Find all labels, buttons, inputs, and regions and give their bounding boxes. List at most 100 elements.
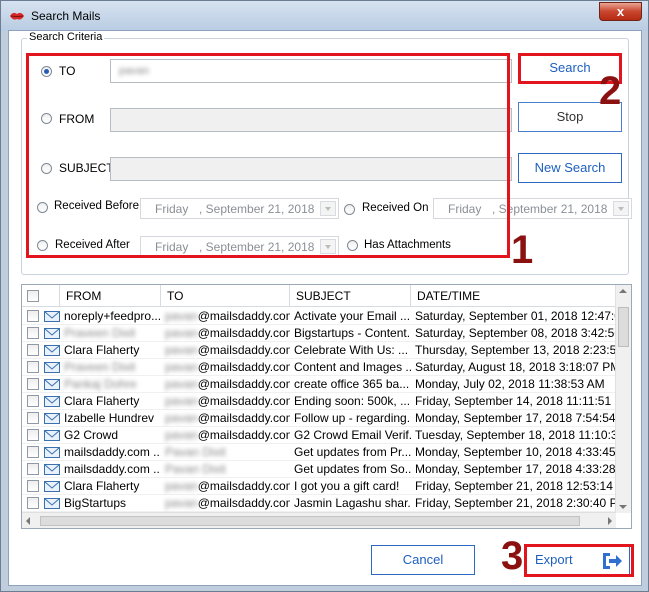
calendar-dropdown-icon[interactable] — [320, 239, 336, 254]
row-subject: Get updates from Pr... — [294, 445, 411, 459]
row-to-user: pavan — [165, 479, 198, 493]
row-checkbox[interactable] — [27, 327, 39, 339]
row-to: pavan@mailsdaddy.com — [161, 376, 290, 393]
horizontal-scroll-thumb[interactable] — [40, 516, 580, 526]
row-checkbox[interactable] — [27, 429, 39, 441]
horizontal-scrollbar[interactable] — [22, 512, 616, 528]
received-after-day: Friday — [155, 240, 189, 254]
envelope-icon — [44, 464, 60, 475]
select-all-checkbox[interactable] — [27, 290, 39, 302]
column-header-subject[interactable]: SUBJECT — [290, 285, 411, 307]
to-radio[interactable] — [41, 66, 52, 77]
envelope-icon — [44, 481, 60, 492]
scroll-left-arrow-icon[interactable] — [26, 517, 30, 525]
to-input[interactable]: pavan — [110, 59, 512, 83]
export-button[interactable]: Export — [526, 545, 630, 575]
table-row[interactable]: BigStartups pavan@mailsdaddy.com Jasmin La… — [22, 495, 616, 512]
to-input-value: pavan — [119, 65, 149, 77]
row-datetime: Friday, September 21, 2018 2:30:40 PM — [415, 496, 616, 510]
row-checkbox[interactable] — [27, 378, 39, 390]
to-label: TO — [59, 64, 76, 78]
row-subject: create office 365 ba... — [294, 377, 410, 391]
row-checkbox[interactable] — [27, 310, 39, 322]
row-datetime: Saturday, September 01, 2018 12:47:06 PM — [415, 309, 616, 323]
subject-label: SUBJECT — [59, 161, 114, 175]
row-datetime: Monday, September 10, 2018 4:33:45 PM — [415, 445, 616, 459]
received-after-date-picker[interactable]: Friday , September 21, 2018 — [140, 236, 339, 257]
row-checkbox[interactable] — [27, 395, 39, 407]
row-to-user: pavan — [165, 428, 198, 442]
row-to-user: pavan — [165, 360, 198, 374]
from-label: FROM — [59, 112, 95, 126]
table-row[interactable]: Clara Flaherty pavan@mailsdaddy.com Ending… — [22, 393, 616, 410]
received-before-radio[interactable] — [37, 202, 48, 213]
row-to-domain: @mailsdaddy.com — [197, 496, 290, 510]
table-row[interactable]: mailsdaddy.com ... Pavan Dixit Get updates… — [22, 461, 616, 478]
new-search-button[interactable]: New Search — [518, 153, 622, 183]
has-attachments-checkbox[interactable] — [347, 240, 358, 251]
table-row[interactable]: Praveen Dixit pavan@mailsdaddy.com Content… — [22, 359, 616, 376]
row-subject: Follow up - regarding... — [294, 411, 411, 425]
calendar-dropdown-icon[interactable] — [613, 201, 629, 216]
table-row[interactable]: mailsdaddy.com ... Pavan Dixit Get updates… — [22, 444, 616, 461]
row-checkbox[interactable] — [27, 344, 39, 356]
envelope-icon — [44, 328, 60, 339]
row-subject: Content and Images ... — [294, 360, 411, 374]
row-to: pavan@mailsdaddy.com — [161, 495, 290, 512]
from-radio[interactable] — [41, 113, 52, 124]
row-checkbox[interactable] — [27, 361, 39, 373]
row-checkbox[interactable] — [27, 497, 39, 509]
row-to-domain: @mailsdaddy.com — [197, 479, 290, 493]
callout-number-2: 2 — [599, 69, 622, 113]
envelope-icon — [44, 498, 60, 509]
table-row[interactable]: Praveen Dixit pavan@mailsdaddy.com Bigstar… — [22, 325, 616, 342]
window-title: Search Mails — [31, 9, 101, 23]
table-row[interactable]: noreply+feedpro... pavan@mailsdaddy.com Ac… — [22, 308, 616, 325]
results-table: FROM TO SUBJECT DATE/TIME noreply+feedpr… — [21, 284, 632, 529]
envelope-icon — [44, 430, 60, 441]
received-before-label: Received Before — [54, 200, 140, 212]
row-checkbox[interactable] — [27, 412, 39, 424]
calendar-dropdown-icon[interactable] — [320, 201, 336, 216]
received-before-date-picker[interactable]: Friday , September 21, 2018 — [140, 198, 339, 219]
row-to: pavan@mailsdaddy.com — [161, 427, 290, 444]
row-from: Clara Flaherty — [64, 394, 140, 408]
subject-input[interactable] — [110, 157, 512, 181]
scroll-down-arrow-icon[interactable] — [619, 505, 627, 509]
export-button-label: Export — [535, 552, 573, 567]
table-row[interactable]: Clara Flaherty pavan@mailsdaddy.com Celebr… — [22, 342, 616, 359]
received-on-date-picker[interactable]: Friday , September 21, 2018 — [433, 198, 632, 219]
row-to-user: pavan — [165, 411, 198, 425]
from-input[interactable] — [110, 108, 512, 132]
column-header-from[interactable]: FROM — [60, 285, 161, 307]
row-from: noreply+feedpro... — [64, 309, 161, 323]
scroll-up-arrow-icon[interactable] — [619, 289, 627, 293]
received-on-radio[interactable] — [344, 204, 355, 215]
subject-radio[interactable] — [41, 163, 52, 174]
close-button[interactable]: x — [599, 2, 642, 21]
envelope-icon — [44, 396, 60, 407]
row-to-domain: @mailsdaddy.com — [197, 377, 290, 391]
column-header-datetime[interactable]: DATE/TIME — [411, 285, 616, 307]
row-checkbox[interactable] — [27, 446, 39, 458]
row-datetime: Friday, September 14, 2018 11:11:51 PM — [415, 394, 616, 408]
table-row[interactable]: Clara Flaherty pavan@mailsdaddy.com I got … — [22, 478, 616, 495]
row-checkbox[interactable] — [27, 480, 39, 492]
vertical-scroll-thumb[interactable] — [618, 307, 629, 347]
row-to-user: Pavan Dixit — [165, 445, 226, 459]
received-on-label: Received On — [362, 202, 429, 214]
row-to: pavan@mailsdaddy.com — [161, 393, 290, 410]
search-criteria-legend: Search Criteria — [27, 31, 105, 43]
table-row[interactable]: Izabelle Hundrev pavan@mailsdaddy.com Foll… — [22, 410, 616, 427]
row-datetime: Thursday, September 13, 2018 2:23:54 AM — [415, 343, 616, 357]
column-header-to[interactable]: TO — [161, 285, 290, 307]
envelope-icon — [44, 311, 60, 322]
vertical-scrollbar[interactable] — [615, 285, 631, 513]
table-row[interactable]: G2 Crowd pavan@mailsdaddy.com G2 Crowd Ema… — [22, 427, 616, 444]
row-to-domain: @mailsdaddy.com — [197, 360, 290, 374]
scroll-right-arrow-icon[interactable] — [608, 517, 612, 525]
row-checkbox[interactable] — [27, 463, 39, 475]
table-row[interactable]: Pankaj Dohre pavan@mailsdaddy.com create o… — [22, 376, 616, 393]
cancel-button[interactable]: Cancel — [371, 545, 475, 575]
received-after-radio[interactable] — [37, 240, 48, 251]
